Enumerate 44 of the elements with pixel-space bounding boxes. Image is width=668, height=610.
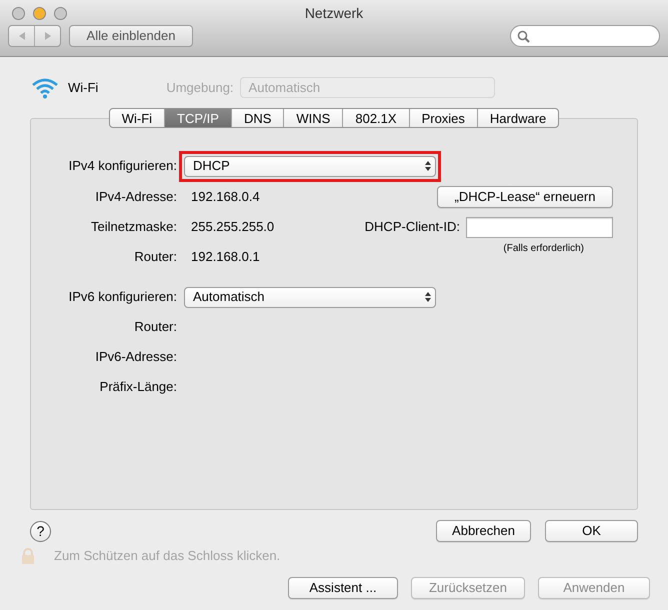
field-label: IPv4-Adresse: [94, 188, 178, 206]
field-label: IPv6 konfigurieren: [68, 288, 178, 306]
search-field[interactable] [510, 25, 660, 47]
tab[interactable]: WINS [283, 109, 342, 127]
wifi-icon [30, 76, 60, 98]
field-label: Präfix-Länge: [98, 378, 178, 396]
close-button[interactable] [12, 6, 25, 20]
forward-icon [44, 31, 52, 41]
help-button[interactable]: ? [30, 520, 51, 542]
updown-arrows-icon [425, 161, 431, 171]
field-label: Router: [133, 248, 178, 266]
tab[interactable]: Wi-Fi [110, 109, 164, 127]
updown-arrows-icon [425, 292, 431, 302]
client-id-field[interactable] [466, 216, 613, 238]
ipv6-popup[interactable]: Automatisch [184, 286, 436, 308]
ipv4-popup[interactable]: DHCP [184, 156, 436, 176]
dialog-button[interactable]: Abbrechen [436, 520, 531, 542]
service-name: Wi-Fi [68, 78, 98, 97]
minimize-button[interactable] [33, 6, 46, 20]
field-label: IPv4 konfigurieren: [68, 157, 178, 176]
search-icon [517, 30, 530, 42]
lock-hint: Zum Schützen auf das Schloss klicken. [54, 547, 280, 566]
renew-lease-button[interactable]: „DHCP-Lease“ erneuern [437, 186, 613, 208]
field-label: Teilnetzmaske: [90, 218, 178, 236]
tab[interactable]: TCP/IP [164, 109, 231, 127]
field-label: IPv6-Adresse: [94, 348, 178, 366]
location-label: Umgebung: [166, 78, 234, 97]
window-title: Netzwerk [304, 4, 364, 23]
hint-text: (Falls erforderlich) [503, 242, 584, 256]
lock-icon [20, 548, 36, 564]
tab[interactable]: DNS [230, 109, 284, 127]
tab[interactable]: Proxies [408, 109, 477, 127]
show-all-button[interactable]: Alle einblenden [69, 25, 193, 47]
field-label: DHCP-Client-ID: [364, 218, 460, 236]
zoom-button[interactable] [54, 6, 67, 20]
field-label: Router: [133, 318, 178, 336]
field-value: 255.255.255.0 [191, 218, 274, 236]
location-popup: Automatisch [240, 77, 495, 98]
field-value: 192.168.0.4 [191, 188, 260, 206]
dialog-button[interactable]: OK [545, 520, 638, 542]
field-value: 192.168.0.1 [191, 248, 260, 266]
footer-button[interactable]: Assistent ... [288, 577, 398, 599]
back-icon [18, 31, 26, 41]
tab[interactable]: 802.1X [342, 109, 409, 127]
